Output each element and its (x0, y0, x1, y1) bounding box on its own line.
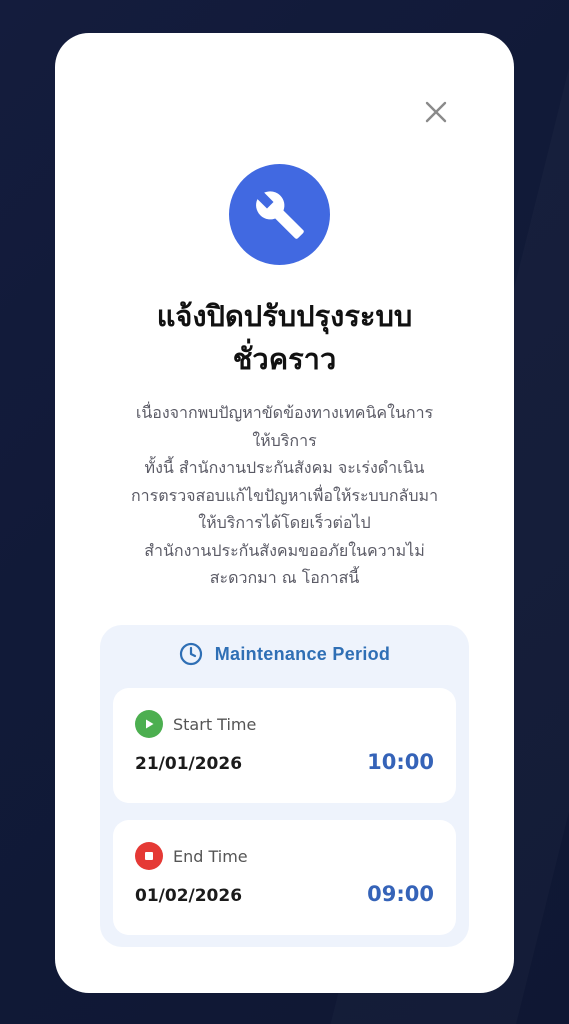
title-line-2: ชั่วคราว (232, 342, 337, 376)
description-line: ทั้งนี้ สำนักงานประกันสังคม จะเร่งดำเนิน (144, 458, 425, 477)
end-time-value: 09:00 (367, 882, 434, 906)
description-line: สำนักงานประกันสังคมขออภัยในความไม่ (144, 540, 425, 560)
description-line: การตรวจสอบแก้ไขปัญหาเพื่อให้ระบบกลับมา (130, 485, 439, 505)
end-time-label: End Time (173, 846, 248, 866)
stop-icon (135, 842, 163, 870)
maintenance-period-panel: Maintenance Period Start Time 21/01/2026… (100, 625, 469, 947)
maintenance-dialog: แจ้งปิดปรับปรุงระบบ ชั่วคราว เนื่องจากพบ… (55, 33, 514, 993)
hero-icon-circle (229, 164, 330, 265)
maintenance-period-header: Maintenance Period (100, 641, 469, 667)
maintenance-period-title: Maintenance Period (214, 643, 391, 664)
end-date: 01/02/2026 (135, 886, 243, 906)
clock-icon (179, 642, 202, 666)
dialog-title: แจ้งปิดปรับปรุงระบบ ชั่วคราว (75, 295, 494, 381)
start-time-value: 10:00 (367, 750, 434, 774)
description-line: ให้บริการ (252, 430, 317, 450)
play-icon (135, 710, 163, 738)
description-line: เนื่องจากพบปัญหาขัดข้องทางเทคนิคในการ (135, 403, 434, 422)
start-time-label-row: Start Time (135, 710, 256, 738)
description-line: ให้บริการได้โดยเร็วต่อไป (198, 513, 371, 532)
end-time-label-row: End Time (135, 842, 248, 870)
description-line: สะดวกมา ณ โอกาสนี้ (209, 568, 360, 587)
close-icon (425, 101, 447, 123)
dialog-description: เนื่องจากพบปัญหาขัดข้องทางเทคนิคในการ ให… (85, 399, 484, 592)
close-button[interactable] (421, 97, 451, 127)
start-date: 21/01/2026 (135, 754, 243, 774)
end-time-card: End Time 01/02/2026 09:00 (113, 820, 456, 935)
wrench-icon (255, 190, 304, 239)
title-line-1: แจ้งปิดปรับปรุงระบบ (156, 299, 413, 333)
start-time-card: Start Time 21/01/2026 10:00 (113, 688, 456, 803)
start-time-label: Start Time (173, 714, 257, 734)
